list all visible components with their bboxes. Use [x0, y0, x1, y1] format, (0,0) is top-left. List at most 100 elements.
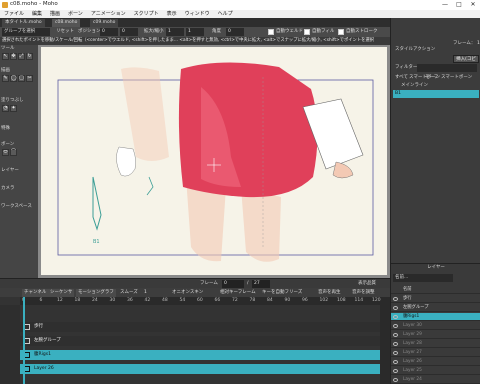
- layer-visibility-eye-icon[interactable]: [393, 369, 398, 373]
- bone-shape[interactable]: [92, 176, 102, 231]
- tab-channels[interactable]: チャンネル: [22, 289, 49, 297]
- subtab-smart-bone-2[interactable]: スマートボーン: [439, 74, 474, 82]
- delete-edge-tool-icon[interactable]: ✂: [26, 75, 33, 82]
- menu-animation[interactable]: アニメーション: [87, 10, 130, 18]
- auto-fill-checkbox[interactable]: [304, 29, 310, 35]
- layer-row[interactable]: 腹Rigs1: [391, 313, 480, 321]
- menu-help[interactable]: ヘルプ: [214, 10, 237, 18]
- layer-row[interactable]: Layer 28: [391, 340, 480, 348]
- scale-label: 拡大/縮小: [144, 29, 164, 34]
- menu-scripts[interactable]: スクリプト: [130, 10, 163, 18]
- artwork-svg: B1: [57, 62, 374, 262]
- timeline-ruler[interactable]: 0612182430364248546066727884909610210811…: [20, 297, 390, 305]
- auto-freeze-keys-toggle[interactable]: キーを自動フリーズ: [262, 289, 302, 297]
- layer-name: Layer 27: [403, 350, 422, 355]
- canvas-area[interactable]: B1: [38, 45, 390, 278]
- bone-curve-tool-icon[interactable]: ⌒: [10, 149, 17, 156]
- ruler-tick-label: 30: [109, 298, 116, 303]
- interpolation-value[interactable]: 1: [144, 289, 147, 297]
- menu-view[interactable]: 表示: [163, 10, 181, 18]
- interpolation-dropdown[interactable]: スムーズ: [120, 289, 138, 297]
- select-points-tool-icon[interactable]: ↖: [2, 53, 9, 60]
- draw-rectangle-tool-icon[interactable]: ▢: [18, 75, 25, 82]
- bone-select-tool-icon[interactable]: ⬭: [2, 149, 9, 156]
- ruler-tick-label: 108: [337, 298, 346, 303]
- play-audio-toggle[interactable]: 音声を再生: [318, 289, 341, 297]
- layer-visibility-eye-icon[interactable]: [393, 333, 398, 337]
- scale-points-tool-icon[interactable]: ⤢: [18, 53, 25, 60]
- layer-visibility-eye-icon[interactable]: [393, 315, 398, 319]
- menu-edit[interactable]: 編集: [28, 10, 46, 18]
- action-item-selected[interactable]: B1: [393, 90, 479, 98]
- translate-points-tool-icon[interactable]: ✥: [10, 53, 17, 60]
- adjust-audio-toggle[interactable]: 音声を調整: [352, 289, 375, 297]
- layer-visibility-eye-icon[interactable]: [393, 342, 398, 346]
- bone-marker[interactable]: [146, 176, 154, 196]
- layer-row[interactable]: Layer 25: [391, 367, 480, 375]
- hide-edge-tool-icon[interactable]: ✦: [10, 105, 17, 112]
- filter-input[interactable]: [417, 64, 477, 72]
- total-frames-field[interactable]: 27: [252, 280, 270, 288]
- tab-sequencer[interactable]: シーケンサ: [48, 289, 75, 297]
- subtab-morph[interactable]: モーフ: [423, 74, 440, 82]
- doc-tab[interactable]: 本タイトル.moho: [2, 19, 45, 27]
- onion-skin-toggle[interactable]: オニオンスキン: [172, 289, 203, 297]
- menu-bone[interactable]: ボーン: [64, 10, 87, 18]
- ruler-tick-label: 90: [284, 298, 291, 303]
- layer-name-search[interactable]: 名前...: [393, 274, 453, 282]
- close-button[interactable]: ✕: [466, 0, 480, 10]
- main-line-item[interactable]: メインライン: [399, 82, 430, 90]
- frame-field[interactable]: 0: [222, 280, 244, 288]
- layer-visibility-eye-icon[interactable]: [393, 360, 398, 364]
- doc-tab-active[interactable]: c08.moho: [52, 19, 81, 27]
- timeline-row-layer-26[interactable]: Layer 26: [20, 364, 380, 374]
- layer-row[interactable]: Layer 29: [391, 331, 480, 339]
- layer-visibility-eye-icon[interactable]: [393, 297, 398, 301]
- left-hand-shape: [116, 146, 136, 177]
- tab-actions[interactable]: アクション: [411, 46, 437, 54]
- stage[interactable]: B1: [41, 47, 387, 275]
- doc-tab[interactable]: c09.moho: [90, 19, 119, 27]
- timeline-row-belly-rigs[interactable]: 腹Rigs1: [20, 350, 380, 360]
- timeline-row-left-arm-group[interactable]: 左腕グループ: [20, 336, 380, 346]
- angle-field[interactable]: 0: [226, 28, 244, 36]
- relative-keyframe-toggle[interactable]: 相対キーフレーム: [220, 289, 256, 297]
- menu-draw[interactable]: 描画: [46, 10, 64, 18]
- tools-panel: ツール 描画 塗りつぶし 特殊 ボーン レイヤー カメラ ワークスペース ↖ ✥…: [0, 45, 38, 295]
- timeline-scrollbar[interactable]: [380, 305, 390, 384]
- freehand-tool-icon[interactable]: ✎: [2, 75, 9, 82]
- layer-row[interactable]: Layer 30: [391, 322, 480, 330]
- paint-bucket-tool-icon[interactable]: ◔: [2, 105, 9, 112]
- layer-visibility-eye-icon[interactable]: [393, 378, 398, 382]
- menu-file[interactable]: ファイル: [0, 10, 28, 18]
- layer-row[interactable]: 左腕グループ: [391, 304, 480, 312]
- timeline-playhead[interactable]: [23, 297, 25, 384]
- draw-oval-tool-icon[interactable]: ◯: [10, 75, 17, 82]
- ruler-tick-label: 102: [319, 298, 329, 303]
- ruler-tick-label: 18: [74, 298, 81, 303]
- scale-y-field[interactable]: 1: [186, 28, 204, 36]
- auto-stroke-checkbox[interactable]: [338, 29, 344, 35]
- maximize-button[interactable]: □: [452, 0, 466, 10]
- minimize-button[interactable]: —: [438, 0, 452, 10]
- layer-row[interactable]: Layer 27: [391, 349, 480, 357]
- group-select-dropdown[interactable]: グループを選択: [2, 28, 50, 36]
- display-quality-button[interactable]: 表示品質: [358, 280, 376, 288]
- rotate-points-tool-icon[interactable]: ↻: [26, 53, 33, 60]
- timeline-row-walk[interactable]: 歩行: [20, 322, 380, 332]
- position-x-field[interactable]: 0: [100, 28, 118, 36]
- position-y-field[interactable]: 0: [120, 28, 138, 36]
- layer-visibility-eye-icon[interactable]: [393, 306, 398, 310]
- auto-weld-checkbox[interactable]: [268, 29, 274, 35]
- insert-copy-button[interactable]: 挿入(コピー): [453, 55, 479, 70]
- menu-window[interactable]: ウィンドウ: [181, 10, 214, 18]
- layer-visibility-eye-icon[interactable]: [393, 324, 398, 328]
- scale-x-field[interactable]: 1: [166, 28, 184, 36]
- layer-visibility-eye-icon[interactable]: [393, 351, 398, 355]
- tab-motion-graph[interactable]: モーショングラフ: [76, 289, 116, 297]
- layer-row[interactable]: Layer 26: [391, 358, 480, 366]
- layer-row[interactable]: 歩行: [391, 295, 480, 303]
- reset-button[interactable]: リセット: [56, 28, 74, 36]
- layer-row[interactable]: Layer 24: [391, 376, 480, 384]
- ruler-tick-label: 36: [127, 298, 133, 303]
